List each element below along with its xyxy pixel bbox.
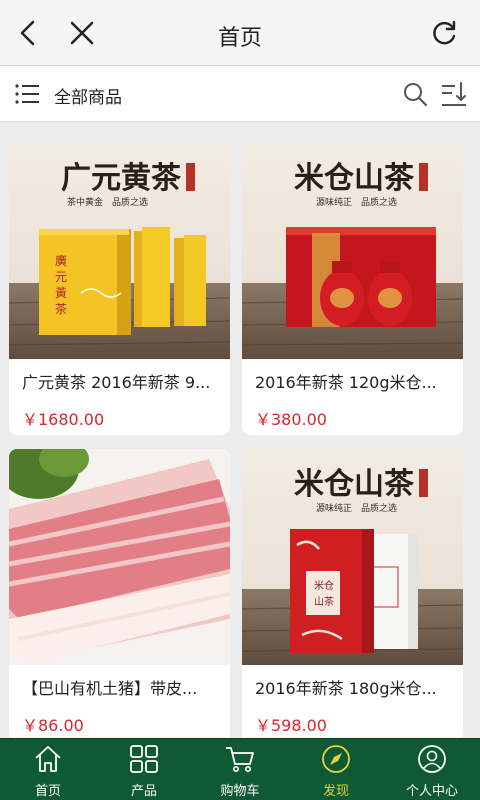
banner-tagline: 源味纯正 品质之选 bbox=[316, 196, 397, 208]
all-products-label[interactable]: 全部商品 bbox=[54, 83, 122, 108]
banner-title: 米仓山茶 bbox=[294, 467, 415, 502]
grid-icon bbox=[130, 745, 158, 773]
product-price: ￥86.00 bbox=[22, 716, 84, 735]
page-title: 首页 bbox=[217, 26, 262, 51]
tab-home[interactable]: 首页 bbox=[0, 739, 96, 800]
tab-profile[interactable]: 个人中心 bbox=[384, 739, 480, 800]
svg-text:元: 元 bbox=[55, 270, 67, 284]
tab-discover[interactable]: 发现 bbox=[288, 739, 384, 800]
user-icon bbox=[418, 745, 446, 773]
product-card[interactable]: 米仓山茶 源味纯正 品质之选 米仓 山茶 2016年新茶 180g米仓... ￥… bbox=[242, 449, 463, 738]
product-image: 广元黄茶 茶中黄金 品质之选 廣 元 黃 茶 bbox=[9, 143, 230, 359]
product-image: 米仓山茶 源味纯正 品质之选 bbox=[242, 143, 463, 359]
svg-text:米仓: 米仓 bbox=[314, 579, 334, 592]
tab-label: 购物车 bbox=[220, 784, 260, 799]
home-icon bbox=[35, 746, 61, 772]
compass-icon bbox=[322, 745, 350, 773]
banner-title: 广元黄茶 bbox=[61, 161, 182, 196]
svg-text:茶: 茶 bbox=[55, 301, 67, 316]
cart-icon bbox=[226, 747, 254, 772]
bottom-tab-bar: 首页 产品 购物车 发现 个人中心 bbox=[0, 738, 480, 800]
top-bar: 首页 bbox=[0, 0, 480, 66]
banner-tagline: 茶中黄金 品质之选 bbox=[67, 196, 148, 208]
svg-text:黃: 黃 bbox=[55, 286, 67, 300]
product-price: ￥380.00 bbox=[255, 410, 327, 429]
banner-title: 米仓山茶 bbox=[294, 161, 415, 196]
product-card[interactable]: 米仓山茶 源味纯正 品质之选 2016年新茶 120g米仓... ￥380.00 bbox=[242, 143, 463, 435]
product-card[interactable]: 广元黄茶 茶中黄金 品质之选 廣 元 黃 茶 广元黄茶 2016年新茶 9...… bbox=[9, 143, 230, 435]
product-name[interactable]: 广元黄茶 2016年新茶 9... bbox=[22, 369, 222, 393]
tab-label: 发现 bbox=[322, 784, 349, 799]
category-bar: 全部商品 bbox=[0, 66, 480, 122]
svg-text:廣: 廣 bbox=[55, 254, 67, 268]
product-name[interactable]: 2016年新茶 120g米仓... bbox=[255, 369, 455, 393]
search-icon[interactable] bbox=[402, 81, 428, 107]
tab-label: 首页 bbox=[34, 784, 61, 799]
tab-label: 产品 bbox=[130, 784, 157, 799]
product-price: ￥1680.00 bbox=[22, 410, 105, 429]
product-grid: 广元黄茶 茶中黄金 品质之选 廣 元 黃 茶 广元黄茶 2016年新茶 9...… bbox=[0, 122, 480, 738]
sort-icon[interactable] bbox=[440, 80, 468, 108]
product-image bbox=[9, 449, 230, 665]
svg-text:山茶: 山茶 bbox=[314, 595, 334, 608]
product-name[interactable]: 2016年新茶 180g米仓... bbox=[255, 675, 455, 699]
banner-tagline: 源味纯正 品质之选 bbox=[316, 502, 397, 514]
refresh-icon[interactable] bbox=[424, 13, 464, 53]
product-image: 米仓山茶 源味纯正 品质之选 米仓 山茶 bbox=[242, 449, 463, 665]
product-name[interactable]: 【巴山有机土猪】带皮... bbox=[22, 675, 222, 699]
product-price: ￥598.00 bbox=[255, 716, 327, 735]
product-card[interactable]: 【巴山有机土猪】带皮... ￥86.00 bbox=[9, 449, 230, 738]
tab-cart[interactable]: 购物车 bbox=[192, 739, 288, 800]
tab-products[interactable]: 产品 bbox=[96, 739, 192, 800]
tab-label: 个人中心 bbox=[405, 784, 458, 799]
list-icon[interactable] bbox=[14, 81, 40, 107]
